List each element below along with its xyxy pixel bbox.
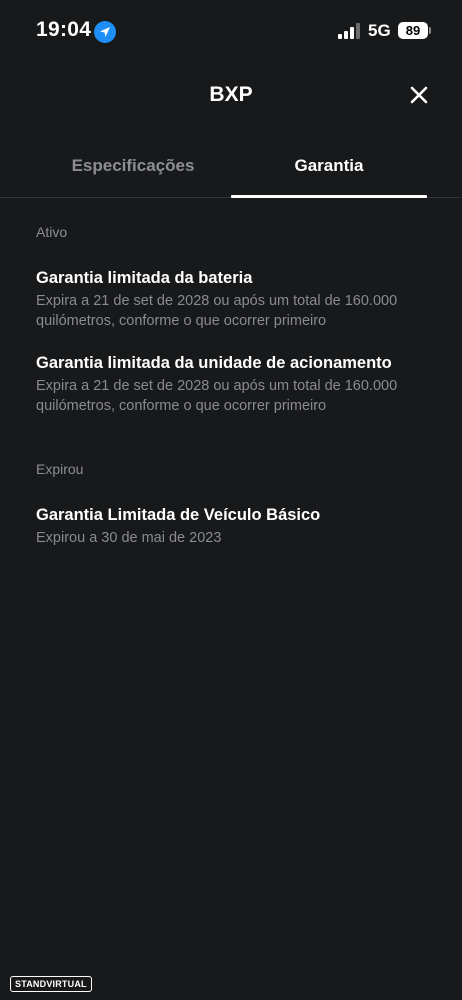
warranty-description-line: Expira a 21 de set de 2028 ou após um to…: [36, 293, 398, 309]
standvirtual-watermark: STANDVIRTUAL: [10, 976, 92, 992]
close-button[interactable]: [402, 78, 436, 112]
warranty-item-battery[interactable]: Garantia limitada da bateria Expira a 21…: [36, 267, 436, 331]
warranty-description-line: Expirou a 30 de mai de 2023: [36, 530, 222, 546]
warranty-description-line: quilómetros, conforme o que ocorrer prim…: [36, 398, 327, 414]
warranty-title: Garantia limitada da bateria: [36, 269, 253, 287]
active-tab-indicator: [231, 195, 427, 198]
warranty-item-drive-unit[interactable]: Garantia limitada da unidade de acioname…: [36, 352, 436, 416]
status-time: 19:04: [36, 18, 92, 41]
battery-icon: 89: [398, 22, 428, 39]
section-label-expirou: Expirou: [36, 461, 84, 477]
network-type: 5G: [368, 21, 391, 40]
location-arrow-icon: [94, 21, 116, 43]
page-title: BXP: [209, 83, 253, 106]
close-icon: [410, 86, 428, 104]
warranty-description: Expira a 21 de set de 2028 ou após um to…: [36, 291, 436, 331]
warranty-description: Expirou a 30 de mai de 2023: [36, 528, 436, 548]
battery-cap: [429, 27, 431, 34]
cellular-signal-icon: [338, 23, 362, 39]
warranty-title: Garantia Limitada de Veículo Básico: [36, 506, 321, 524]
warranty-description-line: Expira a 21 de set de 2028 ou após um to…: [36, 378, 398, 394]
warranty-screen: 19:04 5G 89 BXP Especificações Garantia …: [0, 0, 462, 1000]
tab-especificacoes[interactable]: Especificações: [35, 145, 231, 198]
warranty-description-line: quilómetros, conforme o que ocorrer prim…: [36, 313, 327, 329]
tab-garantia[interactable]: Garantia: [231, 145, 427, 198]
tab-bar: Especificações Garantia: [0, 145, 462, 198]
section-label-ativo: Ativo: [36, 224, 68, 240]
warranty-item-basic-vehicle[interactable]: Garantia Limitada de Veículo Básico Expi…: [36, 504, 436, 548]
status-bar: 19:04 5G 89: [0, 0, 462, 62]
warranty-description: Expira a 21 de set de 2028 ou após um to…: [36, 376, 436, 416]
warranty-title: Garantia limitada da unidade de acioname…: [36, 354, 392, 372]
